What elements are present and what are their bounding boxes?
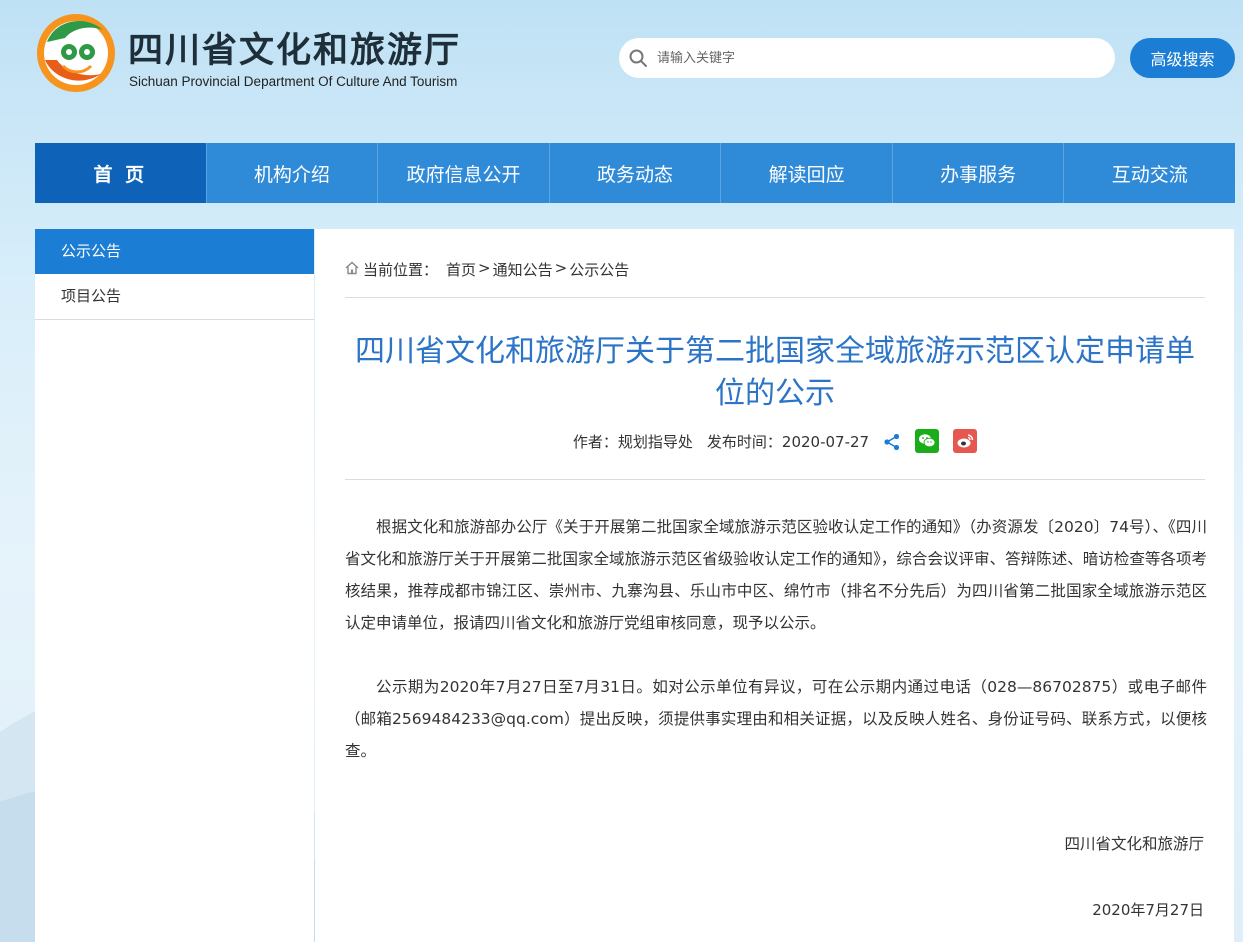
article-author: 作者：规划指导处	[572, 433, 693, 451]
breadcrumb-current[interactable]: 公示公告	[569, 259, 629, 280]
sidebar-item-projects[interactable]: 项目公告	[35, 274, 314, 320]
nav-item-about[interactable]: 机构介绍	[205, 143, 378, 203]
breadcrumb: 当前位置： 首页 > 通知公告 > 公示公告	[345, 259, 1205, 298]
article-date: 2020年7月27日	[1092, 901, 1204, 919]
sidebar: 公示公告 项目公告	[35, 229, 314, 942]
article-title: 四川省文化和旅游厅关于第二批国家全域旅游示范区认定申请单位的公示	[355, 334, 1195, 411]
content-panel: 当前位置： 首页 > 通知公告 > 公示公告 四川省文化和旅游厅关于第二批国家全…	[315, 229, 1234, 942]
breadcrumb-notices[interactable]: 通知公告	[493, 259, 553, 280]
weibo-icon[interactable]	[953, 429, 978, 453]
search-icon[interactable]	[628, 48, 648, 68]
logo-emblem	[37, 14, 115, 92]
breadcrumb-prefix: 当前位置：	[363, 261, 439, 279]
site-subtitle: Sichuan Provincial Department Of Culture…	[129, 74, 458, 89]
nav-item-interpretation[interactable]: 解读回应	[720, 143, 892, 203]
sidebar-item-notices[interactable]: 公示公告	[35, 229, 314, 274]
breadcrumb-separator: >	[554, 259, 568, 277]
article-meta: 作者：规划指导处 发布时间：2020-07-27	[345, 429, 1205, 480]
nav-item-news[interactable]: 政务动态	[548, 143, 721, 203]
nav-item-services[interactable]: 办事服务	[891, 143, 1064, 203]
nav-item-interaction[interactable]: 互动交流	[1063, 143, 1235, 203]
article-body: 根据文化和旅游部办公厅《关于开展第二批国家全域旅游示范区验收认定工作的通知》（办…	[345, 511, 1207, 767]
article-publish-time: 发布时间：2020-07-27	[706, 433, 870, 451]
site-title: 四川省文化和旅游厅	[128, 31, 462, 71]
search-box[interactable]	[619, 38, 1115, 78]
main-nav: 首 页 机构介绍 政府信息公开 政务动态 解读回应 办事服务 互动交流	[35, 143, 1235, 203]
article-signature: 四川省文化和旅游厅	[1064, 835, 1204, 853]
wechat-icon[interactable]	[915, 429, 940, 453]
article-paragraph: 根据文化和旅游部办公厅《关于开展第二批国家全域旅游示范区验收认定工作的通知》（办…	[345, 518, 1207, 632]
breadcrumb-separator: >	[478, 259, 491, 277]
home-icon	[345, 261, 359, 275]
share-icon[interactable]	[883, 433, 901, 451]
search-input[interactable]	[655, 49, 1099, 67]
breadcrumb-home[interactable]: 首页	[446, 259, 476, 280]
advanced-search-button[interactable]: 高级搜索	[1130, 38, 1235, 78]
nav-item-home[interactable]: 首 页	[35, 143, 206, 203]
nav-item-gov-info[interactable]: 政府信息公开	[377, 143, 549, 203]
article-paragraph: 公示期为2020年7月27日至7月31日。如对公示单位有异议，可在公示期内通过电…	[345, 678, 1207, 760]
